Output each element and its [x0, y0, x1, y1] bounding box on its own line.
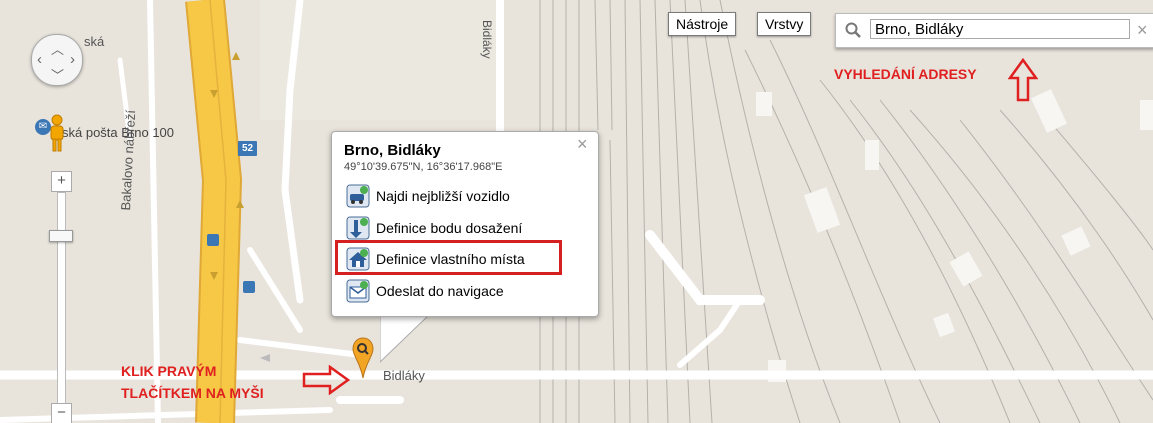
pan-control[interactable]: ︿ ﹀ ‹ ›: [31, 34, 83, 86]
pan-right-icon[interactable]: ›: [70, 51, 75, 68]
map-viewport[interactable]: ská ská pošta Brno 100 ✉ Bakalovo nábřež…: [0, 0, 1153, 423]
menu-item-label: Najdi nejbližší vozidlo: [376, 188, 510, 204]
tools-button[interactable]: Nástroje: [668, 12, 737, 36]
zoom-plus-button[interactable]: +: [51, 171, 72, 192]
click-annotation-line2: TLAČÍTKEM NA MYŠI: [121, 385, 264, 401]
highlight-annotation-box: [335, 240, 562, 275]
zoom-minus-button[interactable]: −: [51, 403, 72, 423]
pan-down-icon[interactable]: ﹀: [51, 65, 64, 84]
pan-left-icon[interactable]: ‹: [37, 51, 42, 68]
search-annotation-label: VYHLEDÁNÍ ADRESY: [834, 66, 977, 82]
pan-up-icon[interactable]: ︿: [51, 39, 64, 58]
click-annotation-line1: KLIK PRAVÝM: [121, 363, 217, 379]
search-input[interactable]: [870, 19, 1130, 39]
popup-tail: [380, 314, 431, 363]
street-label-bidlaky-vertical: Bidláky: [480, 20, 494, 59]
menu-item-label: Definice bodu dosažení: [376, 220, 523, 236]
layers-button[interactable]: Vrstvy: [757, 12, 812, 36]
vehicle-icon: [346, 184, 370, 208]
menu-item-send-navigation[interactable]: Odeslat do navigace: [346, 277, 504, 305]
road-shield-label: 52: [241, 143, 254, 154]
pegman-icon[interactable]: [46, 113, 68, 153]
zoom-slider-handle[interactable]: [49, 230, 73, 242]
popup-coordinates: 49°10'39.675"N, 16°36'17.968"E: [344, 161, 503, 173]
zoom-track[interactable]: [57, 192, 66, 404]
street-label-bidlaky: Bidláky: [383, 368, 425, 383]
send-navigation-icon: [346, 279, 370, 303]
map-marker-icon[interactable]: [351, 336, 375, 380]
popup-title: Brno, Bidláky: [344, 142, 441, 159]
clear-search-icon[interactable]: ×: [1137, 20, 1148, 41]
target-point-icon: [346, 216, 370, 240]
menu-item-label: Odeslat do navigace: [376, 283, 504, 299]
up-arrow-annotation-icon: [1008, 58, 1038, 102]
popup-close-icon[interactable]: ×: [577, 134, 588, 155]
context-popup: Brno, Bidláky 49°10'39.675"N, 16°36'17.9…: [331, 131, 599, 317]
search-box: ×: [835, 13, 1153, 48]
poi-post-office-label: ská pošta Brno 100: [62, 125, 175, 140]
right-arrow-annotation-icon: [302, 365, 350, 395]
street-label-top: ská: [84, 34, 105, 49]
search-icon[interactable]: [845, 22, 862, 39]
menu-item-target-point[interactable]: Definice bodu dosažení: [346, 214, 522, 242]
menu-item-find-vehicle[interactable]: Najdi nejbližší vozidlo: [346, 182, 510, 210]
